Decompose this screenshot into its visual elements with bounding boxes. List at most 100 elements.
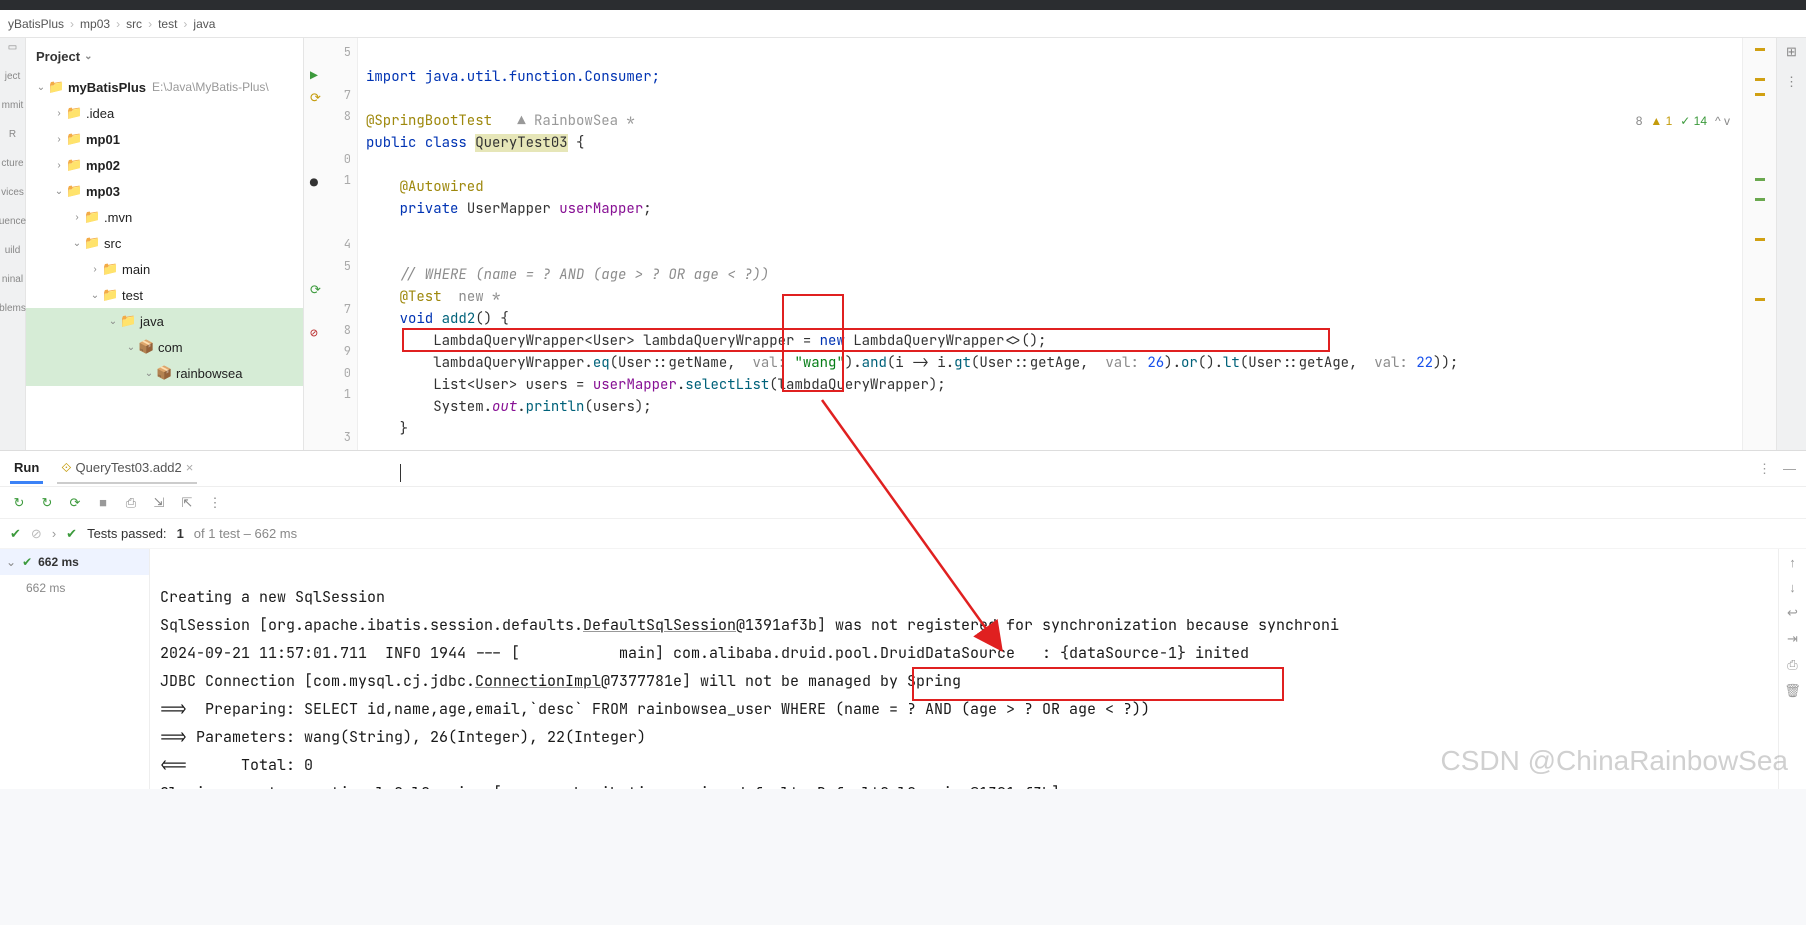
more-icon[interactable]: ⋮	[206, 495, 224, 511]
run-tab[interactable]: Run	[10, 454, 43, 484]
project-tree[interactable]: ⌄📁myBatisPlusE:\Java\MyBatis-Plus\›📁.ide…	[26, 74, 303, 450]
console-line: ==> Preparing: SELECT id,name,age,email,…	[160, 699, 835, 719]
notifications-icon[interactable]: ⊞	[1786, 44, 1797, 60]
tool-project[interactable]: ▭	[8, 42, 17, 53]
more-icon[interactable]: ⋮	[1758, 461, 1771, 477]
test-tree-item[interactable]: 662 ms	[0, 575, 149, 601]
screenshot-icon[interactable]: ⎙	[122, 495, 140, 511]
console-link[interactable]: DefaultSqlSession	[583, 615, 736, 635]
check-icon: ✔	[66, 526, 77, 542]
tree-node[interactable]: ⌄📦com	[26, 334, 303, 360]
type: LambdaQueryWrapper	[433, 332, 584, 350]
tree-node[interactable]: ⌄📁mp03	[26, 178, 303, 204]
disabled-icon[interactable]: ⊘	[31, 526, 42, 542]
trash-icon[interactable]: 🗑	[1784, 683, 1801, 699]
inspection-widget[interactable]: 8 ▲ 1 ✓ 14 ^ v	[1630, 112, 1736, 130]
strip-label[interactable]: uence	[0, 216, 26, 227]
rerun-failed-icon[interactable]: ↻	[38, 495, 56, 511]
console-line: Closing non transactional SqlSession [or…	[160, 783, 817, 789]
class-name: QueryTest03	[475, 134, 567, 152]
strip-label[interactable]: blems	[0, 303, 26, 314]
test-duration: 662 ms	[38, 555, 79, 569]
console-output[interactable]: Creating a new SqlSession SqlSession [or…	[150, 549, 1778, 789]
number: 22	[1416, 354, 1433, 372]
down-icon[interactable]: ↓	[1789, 580, 1796, 595]
type: User	[593, 332, 627, 350]
code-line: import java.util.function.Consumer;	[366, 68, 660, 86]
tree-node[interactable]: ›📁mp02	[26, 152, 303, 178]
run-tabs: Run ⟐ QueryTest03.add2 × ⋮ —	[0, 451, 1806, 487]
check-icon[interactable]: ✔	[10, 526, 21, 542]
tree-node[interactable]: ›📁mp01	[26, 126, 303, 152]
stop-icon[interactable]: ■	[94, 495, 112, 510]
tree-node[interactable]: ⌄📁test	[26, 282, 303, 308]
field: out	[492, 398, 517, 416]
console-sql-where: (name = ? AND (age > ? OR age < ?))	[835, 699, 1150, 719]
test-tree[interactable]: ⌄ ✔ 662 ms 662 ms	[0, 549, 150, 789]
breadcrumb-item[interactable]: src	[126, 17, 142, 31]
console-line: 2024-09-21 11:57:01.711 INFO 1944 --- [ …	[160, 643, 1249, 663]
type: UserMapper	[467, 200, 551, 218]
var: lambdaQueryWrapper	[433, 354, 584, 372]
tests-passed-count: 1	[177, 526, 184, 541]
editor: 5▶7⟳801●45⟳78⊘9013 import java.util.func…	[304, 38, 1776, 450]
up-icon[interactable]: ↑	[1789, 555, 1796, 570]
type: User	[475, 376, 509, 394]
annotation: @Autowired	[400, 178, 484, 196]
editor-minimap[interactable]	[1742, 38, 1776, 450]
strip-label[interactable]: uild	[5, 245, 21, 256]
scroll-icon[interactable]: ⇥	[1787, 631, 1798, 647]
expand-icon[interactable]: ›	[52, 526, 56, 541]
console-link[interactable]: DefaultSqlSession	[817, 783, 970, 789]
export-icon[interactable]: ⇲	[150, 495, 168, 511]
strip-label[interactable]: ninal	[2, 274, 23, 285]
author-icon: ▲	[517, 112, 534, 130]
breadcrumb-item[interactable]: mp03	[80, 17, 110, 31]
tree-node[interactable]: ⌄📁myBatisPlusE:\Java\MyBatis-Plus\	[26, 74, 303, 100]
minimize-icon[interactable]: —	[1783, 461, 1796, 477]
toggle-auto-icon[interactable]: ⟳	[66, 495, 84, 511]
field: userMapper	[593, 376, 677, 394]
print-icon[interactable]: ⎙	[1787, 657, 1797, 673]
method: selectList	[685, 376, 769, 394]
caret	[400, 464, 401, 482]
tree-node[interactable]: ⌄📁src	[26, 230, 303, 256]
console-line: ==> Parameters: wang(String), 26(Integer…	[160, 727, 646, 747]
console-line: SqlSession [org.apache.ibatis.session.de…	[160, 615, 583, 635]
strip-label[interactable]: ject	[5, 71, 21, 82]
close-icon[interactable]: ×	[186, 460, 194, 475]
import-icon[interactable]: ⇱	[178, 495, 196, 511]
console-link[interactable]: ConnectionImpl	[475, 671, 601, 691]
rerun-icon[interactable]: ↻	[10, 495, 28, 511]
strip-label[interactable]: R	[9, 129, 16, 140]
tree-node[interactable]: ⌄📦rainbowsea	[26, 360, 303, 386]
nav-arrows[interactable]: ^ v	[1715, 114, 1730, 128]
more-icon[interactable]: ⋮	[1785, 74, 1798, 90]
strip-label[interactable]: cture	[1, 158, 23, 169]
annotation: @Test	[400, 288, 442, 306]
chevron-down-icon: ⌄	[6, 555, 16, 569]
breadcrumb-item[interactable]: java	[193, 17, 215, 31]
tree-node[interactable]: ›📁main	[26, 256, 303, 282]
project-panel: Project ⌄ ⌄📁myBatisPlusE:\Java\MyBatis-P…	[26, 38, 304, 450]
author-hint: RainbowSea *	[534, 112, 635, 130]
tree-node[interactable]: ›📁.mvn	[26, 204, 303, 230]
strip-label[interactable]: vices	[1, 187, 24, 198]
type: System	[433, 398, 483, 416]
test-tree-root[interactable]: ⌄ ✔ 662 ms	[0, 549, 149, 575]
wrap-icon[interactable]: ↩	[1787, 605, 1798, 621]
code-area[interactable]: import java.util.function.Consumer; @Spr…	[358, 38, 1742, 450]
tree-node[interactable]: ›📁.idea	[26, 100, 303, 126]
method: add2	[442, 310, 476, 328]
breadcrumb-item[interactable]: yBatisPlus	[8, 17, 64, 31]
right-tool-strip: ⊞ ⋮	[1776, 38, 1806, 450]
tree-node[interactable]: ⌄📁java	[26, 308, 303, 334]
strip-label[interactable]: mmit	[2, 100, 24, 111]
project-header[interactable]: Project ⌄	[26, 38, 303, 74]
console-line: JDBC Connection [com.mysql.cj.jdbc.	[160, 671, 475, 691]
type: LambdaQueryWrapper	[853, 332, 1004, 350]
var: lambdaQueryWrapper	[778, 376, 929, 394]
check-icon: ✔	[22, 555, 32, 569]
run-config-tab[interactable]: ⟐ QueryTest03.add2 ×	[57, 454, 197, 484]
breadcrumb-item[interactable]: test	[158, 17, 177, 31]
